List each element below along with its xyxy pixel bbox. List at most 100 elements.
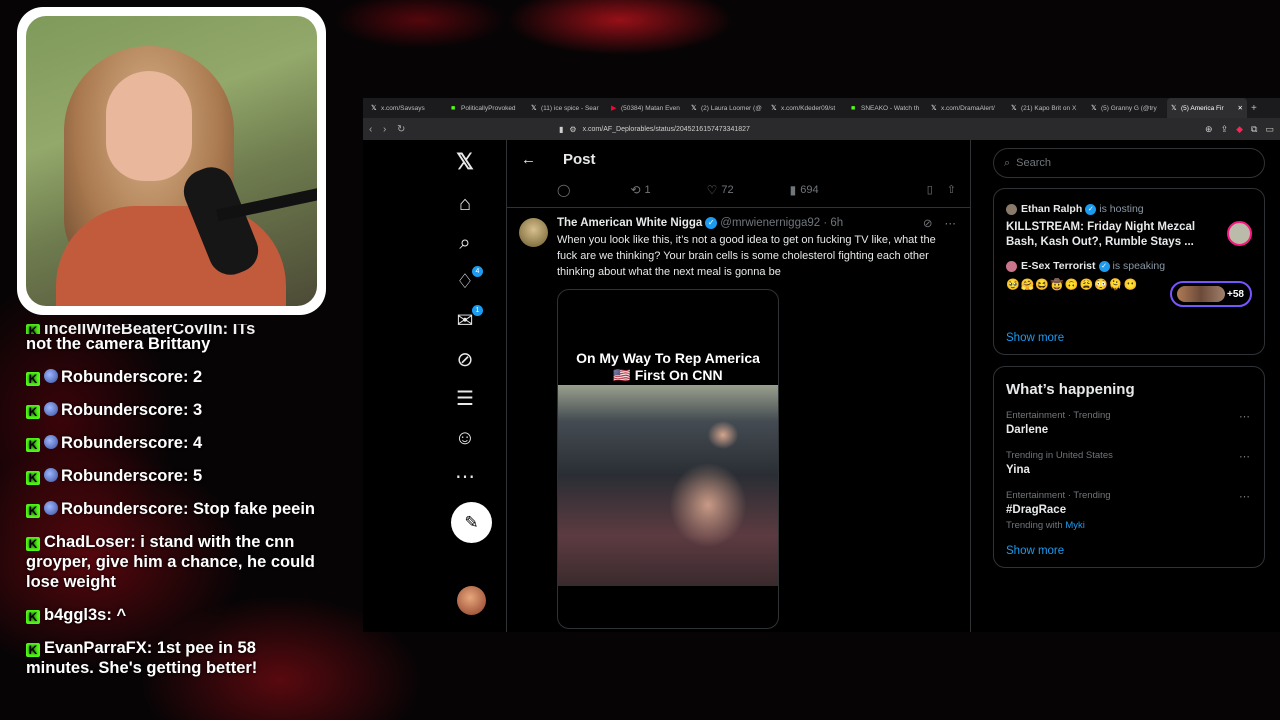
kick-icon: K: [26, 405, 40, 419]
chat-message: K Robunderscore: 2: [26, 367, 326, 387]
youtube-icon: ▶: [611, 104, 617, 112]
x-logo-icon[interactable]: 𝕏: [453, 150, 477, 174]
post-column: ← Post ◯ ⟲ 1 ♡ 72 ▮ 694 ▯ ⇧ The American…: [506, 140, 971, 632]
chat-message: K Robunderscore: 3: [26, 400, 326, 420]
url-field[interactable]: ▮ ⚙ x.com/AF_Deplorables/status/2045216157…: [559, 125, 750, 134]
kick-icon: K: [26, 643, 40, 657]
kick-icon: K: [26, 610, 40, 624]
back-icon[interactable]: ‹: [369, 124, 383, 135]
notifications-icon[interactable]: ♢ 4: [453, 266, 483, 294]
subscriber-badge-icon: [44, 402, 58, 416]
account-avatar[interactable]: [457, 586, 486, 615]
bookmark-icon[interactable]: ▮: [559, 125, 563, 134]
bookmark-post-icon[interactable]: ▯: [927, 183, 933, 196]
heart-icon: ♡: [706, 182, 718, 197]
trends-card: What’s happening Entertainment · Trendin…: [993, 366, 1265, 568]
trends-show-more-link[interactable]: Show more: [1006, 545, 1252, 557]
kick-icon: K: [26, 438, 40, 452]
share-post-icon[interactable]: ⇧: [947, 183, 956, 196]
chat-cut-line: KinceIIWifeBeaterCoyIIn: ITs: [26, 324, 326, 334]
share-icon[interactable]: ⇪: [1221, 124, 1229, 135]
back-arrow-icon[interactable]: ←: [521, 151, 563, 168]
kick-icon: K: [26, 471, 40, 485]
verified-icon: ✓: [1085, 203, 1097, 215]
repost-button[interactable]: ⟲ 1: [630, 183, 650, 197]
kick-icon: K: [26, 372, 40, 386]
subscriber-badge-icon: [44, 468, 58, 482]
reply-time: · 6h: [823, 217, 844, 229]
space-item[interactable]: Ethan Ralph ✓ is hosting KILLSTREAM: Frida…: [1006, 203, 1252, 250]
views-button[interactable]: ▮ 694: [790, 183, 819, 197]
brave-shield-icon[interactable]: ◆: [1236, 124, 1243, 135]
address-bar: ‹ › ↻ ▮ ⚙ x.com/AF_Deplorables/status/2045…: [363, 118, 1280, 140]
compose-post-button[interactable]: ✎: [451, 502, 492, 543]
reload-icon[interactable]: ↻: [397, 124, 411, 135]
browser-tab[interactable]: 𝕏x.com/DramaAlert/: [927, 98, 1007, 118]
search-icon[interactable]: ⌕: [453, 231, 477, 255]
reply-author-name[interactable]: The American White Nigga: [557, 217, 702, 229]
more-options-icon[interactable]: ⋯: [1239, 410, 1250, 423]
browser-tab[interactable]: 𝕏 (5) Granny G (@try: [1087, 98, 1167, 118]
site-info-icon[interactable]: ⚙: [569, 125, 576, 134]
post-actions: ◯ ⟲ 1 ♡ 72 ▮ 694 ▯ ⇧: [507, 178, 970, 208]
messages-icon[interactable]: ✉ 1: [453, 305, 483, 333]
post-header: ← Post: [507, 140, 970, 178]
close-tab-icon[interactable]: ✕: [1238, 104, 1243, 112]
space-listeners: +58: [1170, 281, 1252, 307]
chat-message: K Robunderscore: Stop fake peein: [26, 499, 326, 519]
grok-explain-icon[interactable]: ⊘: [923, 216, 933, 230]
spaces-show-more-link[interactable]: Show more: [1006, 332, 1252, 344]
webcam-overlay: [17, 7, 326, 315]
reply-avatar[interactable]: [519, 218, 548, 247]
reply-video[interactable]: On My Way To Rep America 🇺🇸 First On CNN: [557, 289, 779, 629]
browser-tab[interactable]: 𝕏 (2) Laura Loomer (@: [687, 98, 767, 118]
browser-tab[interactable]: ■ PoliticallyProvoked: [447, 98, 527, 118]
sidebar-icon[interactable]: ▭: [1265, 124, 1274, 135]
browser-tab[interactable]: ▶ (50384) Matan Even: [607, 98, 687, 118]
page-title: Post: [563, 150, 596, 168]
trend-item[interactable]: Entertainment · Trending Darlene ⋯: [1006, 410, 1252, 436]
forward-icon[interactable]: ›: [383, 124, 397, 135]
profile-icon[interactable]: ☺: [453, 426, 477, 450]
browser-tab[interactable]: 𝕏x.com/Kdeder09/st: [767, 98, 847, 118]
browser-tab-active[interactable]: 𝕏 (5) America Fir ✕: [1167, 98, 1247, 118]
video-caption: On My Way To Rep America 🇺🇸 First On CNN: [576, 350, 760, 383]
more-options-icon[interactable]: ⋯: [1239, 450, 1250, 463]
reply-post[interactable]: The American White Nigga ✓ @mrwienernigg…: [507, 208, 970, 629]
more-options-icon[interactable]: ⋯: [945, 216, 957, 230]
kick-icon: ■: [451, 104, 456, 112]
trend-item[interactable]: Entertainment · Trending #DragRace Trend…: [1006, 490, 1252, 531]
reply-text: When you look like this, it’s not a good…: [557, 234, 936, 278]
trend-related-link[interactable]: Myki: [1065, 520, 1085, 531]
zoom-icon[interactable]: ⊕: [1205, 124, 1213, 135]
x-icon: 𝕏: [531, 104, 537, 112]
grok-icon[interactable]: ⊘: [453, 348, 477, 372]
x-icon: 𝕏: [1091, 104, 1097, 112]
extensions-icon[interactable]: ⧉: [1251, 124, 1257, 135]
lists-icon[interactable]: ☰: [453, 387, 477, 411]
host-avatar: [1006, 203, 1017, 215]
space-item[interactable]: E-Sex Terrorist ✓ is speaking 🥹🤗😆🤠🙃😩😳🫠😶 +5…: [1006, 260, 1252, 322]
subscriber-badge-icon: [44, 369, 58, 383]
trend-item[interactable]: Trending in United States Yina ⋯: [1006, 450, 1252, 476]
space-title: KILLSTREAM: Friday Night Mezcal Bash, Ka…: [1006, 221, 1196, 248]
more-options-icon[interactable]: ⋯: [1239, 490, 1250, 503]
x-icon: 𝕏: [1171, 104, 1177, 112]
subscriber-badge-icon: [44, 435, 58, 449]
reply-button[interactable]: ◯: [557, 183, 574, 197]
browser-tab[interactable]: 𝕏 (11) ice spice - Sear: [527, 98, 607, 118]
chat-message: K Robunderscore: 4: [26, 433, 326, 453]
browser-tab[interactable]: ■ SNEAKO - Watch th: [847, 98, 927, 118]
search-input[interactable]: ⌕ Search: [993, 148, 1265, 178]
home-icon[interactable]: ⌂: [453, 192, 477, 216]
browser-tab[interactable]: 𝕏 (21) Kapo Brit on X: [1007, 98, 1087, 118]
like-button[interactable]: ♡ 72: [707, 183, 734, 197]
stream-scene: KinceIIWifeBeaterCoyIIn: ITs not the cam…: [0, 0, 1280, 720]
reply-handle[interactable]: @mrwienernigga92: [720, 217, 820, 229]
search-icon: ⌕: [1004, 156, 1011, 169]
browser-tab[interactable]: 𝕏x.com/Savsays: [367, 98, 447, 118]
kick-icon: ■: [851, 104, 856, 112]
new-tab-button[interactable]: +: [1247, 98, 1263, 118]
more-icon[interactable]: ⋯: [453, 465, 477, 489]
kick-icon: K: [26, 537, 40, 551]
